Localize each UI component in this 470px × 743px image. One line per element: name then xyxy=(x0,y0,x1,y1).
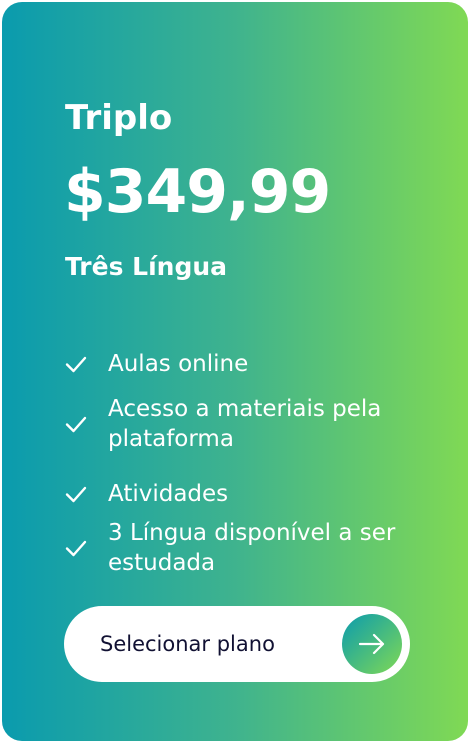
plan-subtitle: Três Língua xyxy=(65,252,228,281)
check-icon xyxy=(65,540,87,557)
check-icon xyxy=(65,486,87,503)
feature-text: 3 Língua disponível a ser estudada xyxy=(108,520,396,576)
feature-item: 3 Língua disponível a ser estudada xyxy=(62,518,452,578)
feature-text: Acesso a materiais pela plataforma xyxy=(108,396,382,452)
check-icon xyxy=(65,416,87,433)
feature-text: Atividades xyxy=(108,481,229,507)
feature-text: Aulas online xyxy=(108,351,249,377)
arrow-button-circle[interactable] xyxy=(342,614,402,674)
feature-item: Acesso a materiais pela plataforma xyxy=(62,394,452,454)
plan-price: $349,99 xyxy=(64,157,331,227)
arrow-right-icon xyxy=(358,633,385,655)
plan-name: Triplo xyxy=(65,98,173,138)
feature-item: Aulas online xyxy=(62,349,452,379)
check-icon xyxy=(65,356,87,373)
select-plan-label: Selecionar plano xyxy=(100,632,275,656)
select-plan-button[interactable]: Selecionar plano xyxy=(64,606,410,682)
feature-item: Atividades xyxy=(62,479,452,509)
pricing-card: Triplo $349,99 Três Língua Aulas online … xyxy=(2,2,468,741)
